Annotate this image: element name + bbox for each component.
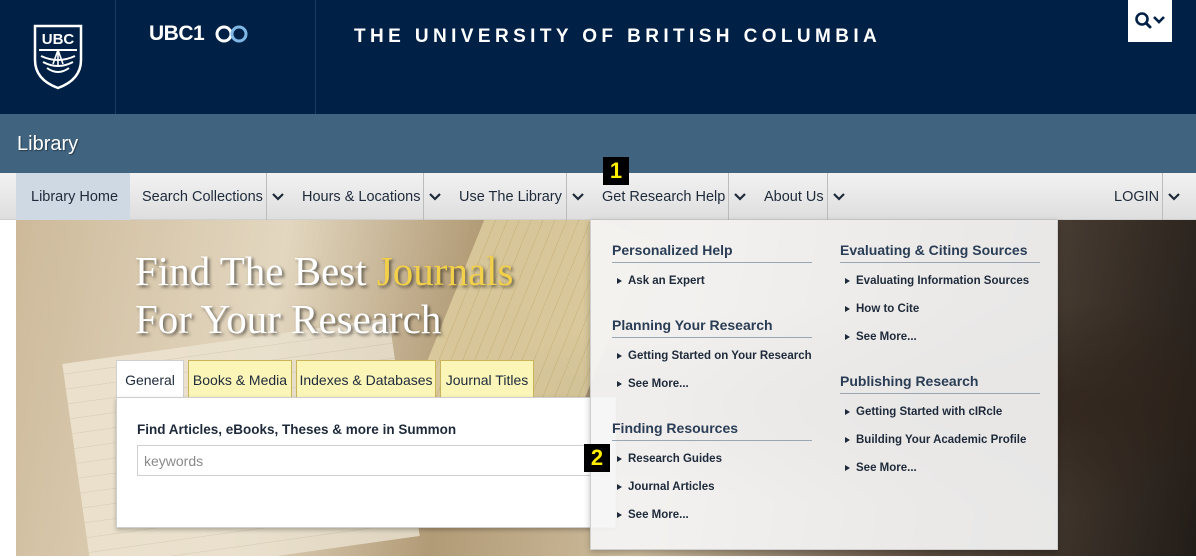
nav-about-us[interactable]: About Us bbox=[764, 173, 824, 220]
ubc-crest-logo[interactable]: UBC bbox=[1, 0, 116, 114]
section-heading-evaluating-citing[interactable]: Evaluating & Citing Sources bbox=[840, 242, 1040, 263]
login-dropdown-toggle[interactable] bbox=[1162, 173, 1184, 220]
nav-use-the-library[interactable]: Use The Library bbox=[459, 173, 562, 220]
tab-books-media[interactable]: Books & Media bbox=[188, 360, 292, 398]
use-the-library-dropdown-toggle[interactable] bbox=[566, 173, 588, 220]
hero-heading-line2: For Your Research bbox=[135, 296, 442, 342]
tab-journal-titles[interactable]: Journal Titles bbox=[440, 360, 534, 398]
get-research-help-dropdown-toggle[interactable] bbox=[728, 173, 750, 220]
summon-search-label: Find Articles, eBooks, Theses & more in … bbox=[137, 422, 457, 437]
chevron-down-icon bbox=[733, 192, 746, 201]
ubc100-rings-icon bbox=[215, 25, 248, 43]
nav-login[interactable]: LOGIN bbox=[1114, 173, 1159, 220]
nav-library-home[interactable]: Library Home bbox=[16, 173, 130, 220]
main-nav: Library Home Search Collections Hours & … bbox=[0, 173, 1196, 220]
link-journal-articles[interactable]: Journal Articles bbox=[613, 481, 715, 493]
chevron-down-icon bbox=[832, 192, 845, 201]
callout-marker-2: 2 bbox=[584, 444, 610, 472]
research-help-dropdown: Personalized Help Ask an Expert Planning… bbox=[590, 220, 1058, 550]
library-bar: Library bbox=[0, 114, 1196, 173]
section-heading-publishing-research[interactable]: Publishing Research bbox=[840, 373, 1040, 394]
link-ask-an-expert[interactable]: Ask an Expert bbox=[613, 275, 705, 287]
link-planning-see-more[interactable]: See More... bbox=[613, 378, 689, 390]
section-heading-planning-research[interactable]: Planning Your Research bbox=[612, 317, 812, 338]
search-icon bbox=[1135, 12, 1165, 29]
ubc-shield-icon: UBC bbox=[33, 24, 83, 90]
nav-hours-locations[interactable]: Hours & Locations bbox=[302, 173, 420, 220]
chevron-down-icon bbox=[571, 192, 584, 201]
nav-search-collections[interactable]: Search Collections bbox=[142, 173, 263, 220]
library-title[interactable]: Library bbox=[17, 133, 78, 156]
chevron-down-icon bbox=[428, 192, 441, 201]
summon-search-panel: Find Articles, eBooks, Theses & more in … bbox=[116, 397, 616, 528]
svg-text:UBC: UBC bbox=[42, 31, 75, 48]
link-how-to-cite[interactable]: How to Cite bbox=[841, 303, 919, 315]
hero-heading-highlight: Journals bbox=[376, 248, 514, 294]
hero-heading-part: Find The Best bbox=[135, 248, 377, 294]
link-getting-started-research[interactable]: Getting Started on Your Research bbox=[613, 350, 812, 362]
about-us-dropdown-toggle[interactable] bbox=[827, 173, 849, 220]
link-publishing-see-more[interactable]: See More... bbox=[841, 462, 917, 474]
tab-indexes-databases[interactable]: Indexes & Databases bbox=[296, 360, 436, 398]
link-evaluating-see-more[interactable]: See More... bbox=[841, 331, 917, 343]
hours-locations-dropdown-toggle[interactable] bbox=[423, 173, 445, 220]
link-finding-see-more[interactable]: See More... bbox=[613, 509, 689, 521]
section-heading-finding-resources[interactable]: Finding Resources bbox=[612, 420, 812, 441]
global-search-button[interactable] bbox=[1128, 0, 1172, 42]
link-research-guides[interactable]: Research Guides bbox=[613, 453, 722, 465]
search-collections-dropdown-toggle[interactable] bbox=[266, 173, 288, 220]
link-building-academic-profile[interactable]: Building Your Academic Profile bbox=[841, 434, 1026, 446]
section-heading-personalized-help[interactable]: Personalized Help bbox=[612, 242, 812, 263]
ubc100-text: UBC1 bbox=[149, 22, 205, 45]
university-title[interactable]: THE UNIVERSITY OF BRITISH COLUMBIA bbox=[354, 26, 881, 48]
hero-heading: Find The Best Journals For Your Research bbox=[135, 247, 514, 343]
link-evaluating-sources[interactable]: Evaluating Information Sources bbox=[841, 275, 1029, 287]
tab-general[interactable]: General bbox=[116, 360, 184, 399]
chevron-down-icon bbox=[271, 192, 284, 201]
callout-marker-1: 1 bbox=[603, 157, 629, 185]
ubc100-logo[interactable]: UBC1 bbox=[116, 0, 316, 114]
link-getting-started-circle[interactable]: Getting Started with cIRcle bbox=[841, 406, 1002, 418]
top-banner: UBC UBC1 THE UNIVERSITY OF BRITISH COLUM… bbox=[0, 0, 1196, 114]
chevron-down-icon bbox=[1167, 192, 1180, 201]
keywords-input[interactable]: keywords bbox=[137, 445, 607, 476]
